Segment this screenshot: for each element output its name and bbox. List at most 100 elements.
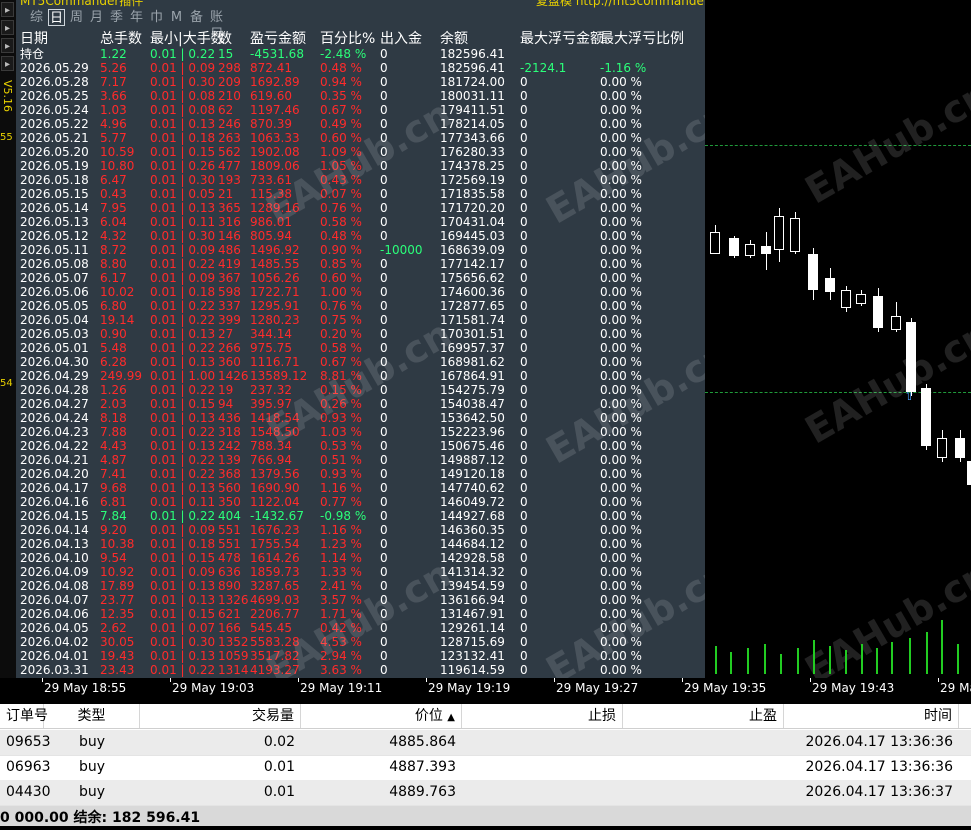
report-col-7[interactable]: 余额 [440,31,520,47]
report-row[interactable]: 2026.05.15 0.43 0.01 | 0.05 21 115.38 0.07 % 0… [20,187,680,201]
order-row[interactable]: 06963 buy 0.01 4887.393 2026.04.17 13:36:36 [0,755,971,781]
cell-bal: 177343.66 [440,131,505,145]
period-tab-6[interactable]: 巾 [148,9,165,26]
col-volume[interactable]: 交易量 [140,704,301,728]
report-row[interactable]: 2026.04.08 17.89 0.01 | 0.13 890 3287.65 2.41… [20,579,680,593]
cell-lots: 7.17 [100,75,127,89]
cell-bal: 169445.03 [440,229,505,243]
report-row[interactable]: 2026.05.22 4.96 0.01 | 0.13 246 870.39 0.49 %… [20,117,680,131]
report-row[interactable]: 2026.05.18 6.47 0.01 | 0.30 193 733.61 0.43 %… [20,173,680,187]
report-row[interactable]: 2026.05.21 5.77 0.01 | 0.18 263 1063.33 0.60 … [20,131,680,145]
col-stop-loss[interactable]: 止损 [462,704,623,728]
report-row[interactable]: 2026.04.16 6.81 0.01 | 0.11 350 1122.04 0.77 … [20,495,680,509]
report-row[interactable]: 2026.05.06 10.02 0.01 | 0.18 598 1722.71 1.00… [20,285,680,299]
report-row[interactable]: 2026.04.09 10.92 0.01 | 0.09 636 1859.73 1.33… [20,565,680,579]
cell-mfa: 0 [520,201,528,215]
period-tab-1[interactable]: 日 [48,9,65,26]
period-tab-9[interactable]: 账尸 [208,9,225,42]
report-row[interactable]: 2026.04.05 2.62 0.01 | 0.07 166 545.45 0.42 %… [20,621,680,635]
period-tab-8[interactable]: 备 [188,9,205,26]
cell-pct: 0.07 % [320,187,362,201]
volume-bar [861,644,863,674]
panel-title: MT5Commander插件 [20,0,144,8]
report-row[interactable]: 2026.04.07 23.77 0.01 | 0.13 1326 4699.03 3.5… [20,593,680,607]
period-tab-4[interactable]: 季 [108,9,125,26]
cell-mfa: 0 [520,229,528,243]
report-row[interactable]: 2026.04.01 19.43 0.01 | 0.13 1059 3517.82 2.9… [20,649,680,663]
toolbar-button-4[interactable]: ▸ [1,56,14,71]
period-tab-2[interactable]: 周 [68,9,85,26]
report-row[interactable]: 2026.04.24 8.18 0.01 | 0.13 436 1418.54 0.93 … [20,411,680,425]
report-col-2[interactable]: 最小|大手数 [150,31,225,47]
cell-mfa: 0 [520,103,528,117]
cell-date: 2026.04.24 [20,411,89,425]
report-col-4[interactable]: 盈亏金额 [250,31,320,47]
period-tab-3[interactable]: 月 [88,9,105,26]
cell-cnt: 365 [218,201,241,215]
cell-date: 2026.05.04 [20,313,89,327]
order-row[interactable]: 04430 buy 0.01 4889.763 2026.04.17 13:36:37 [0,780,971,806]
report-col-5[interactable]: 百分比% [320,31,380,47]
cell-cnt: 890 [218,579,241,593]
period-tab-5[interactable]: 年 [128,9,145,26]
candle [774,208,784,262]
col-price[interactable]: 价位 ▲ [301,704,462,728]
report-row[interactable]: 2026.04.28 1.26 0.01 | 0.22 19 237.32 0.15 % 0… [20,383,680,397]
report-row[interactable]: 2026.05.03 0.90 0.01 | 0.13 27 344.14 0.20 % 0… [20,327,680,341]
report-row[interactable]: 2026.05.04 19.14 0.01 | 0.22 399 1280.23 0.75… [20,313,680,327]
report-row[interactable]: 2026.04.13 10.38 0.01 | 0.18 551 1755.54 1.23… [20,537,680,551]
col-type[interactable]: 类型 [44,704,140,728]
report-row[interactable]: 2026.04.17 9.68 0.01 | 0.13 560 1690.90 1.16 … [20,481,680,495]
cell-pct: 0.76 % [320,299,362,313]
period-tab-7[interactable]: M [168,9,185,26]
col-take-profit[interactable]: 止盈 [623,704,784,728]
report-row[interactable]: 2026.04.10 9.54 0.01 | 0.15 478 1614.26 1.14 … [20,551,680,565]
period-tab-0[interactable]: 综 [28,9,45,26]
report-col-1[interactable]: 总手数 [100,31,150,47]
report-row[interactable]: 持仓 1.22 0.01 | 0.22 15 -4531.68 -2.48 % 0 18259… [20,47,680,61]
report-row[interactable]: 2026.05.29 5.26 0.01 | 0.09 298 872.41 0.48 %… [20,61,680,75]
report-row[interactable]: 2026.04.14 9.20 0.01 | 0.09 551 1676.23 1.16 … [20,523,680,537]
report-row[interactable]: 2026.05.13 6.04 0.01 | 0.11 316 986.01 0.58 %… [20,215,680,229]
report-row[interactable]: 2026.05.08 8.80 0.01 | 0.22 419 1485.55 0.85 … [20,257,680,271]
report-row[interactable]: 2026.04.20 7.41 0.01 | 0.22 368 1379.56 0.93 … [20,467,680,481]
cell-lots: 6.47 [100,173,127,187]
report-row[interactable]: 2026.05.28 7.17 0.01 | 0.30 209 1692.89 0.94 … [20,75,680,89]
price-chart[interactable]: ⇧ EAHub.cn EAHub.cn EAHub.cn [705,0,971,678]
report-row[interactable]: 2026.05.19 10.80 0.01 | 0.26 477 1809.06 1.05… [20,159,680,173]
report-row[interactable]: 2026.05.24 1.03 0.01 | 0.08 62 1197.46 0.67 %… [20,103,680,117]
report-row[interactable]: 2026.05.01 5.48 0.01 | 0.22 266 975.75 0.58 %… [20,341,680,355]
toolbar-button-1[interactable]: ▸ [1,2,14,17]
report-row[interactable]: 2026.05.12 4.32 0.01 | 0.30 146 805.94 0.48 %… [20,229,680,243]
report-row[interactable]: 2026.05.20 10.59 0.01 | 0.15 562 1902.08 1.09… [20,145,680,159]
report-row[interactable]: 2026.04.06 12.35 0.01 | 0.15 621 2206.77 1.71… [20,607,680,621]
report-row[interactable]: 2026.04.23 7.88 0.01 | 0.22 318 1548.50 1.03 … [20,425,680,439]
report-row[interactable]: 2026.04.15 7.84 0.01 | 0.22 404 -1432.67 -0.9… [20,509,680,523]
cell-date: 2026.05.18 [20,173,89,187]
order-row[interactable]: 09653 buy 0.02 4885.864 2026.04.17 13:36:36 [0,730,971,756]
candle [856,290,866,306]
report-row[interactable]: 2026.03.31 23.43 0.01 | 0.22 1314 4193.27 3.6… [20,663,680,677]
report-row[interactable]: 2026.05.07 6.17 0.01 | 0.09 367 1056.26 0.60 … [20,271,680,285]
report-row[interactable]: 2026.04.21 4.87 0.01 | 0.22 139 766.94 0.51 %… [20,453,680,467]
cell-io: 0 [380,369,388,383]
report-row[interactable]: 2026.05.11 8.72 0.01 | 0.09 486 1496.92 0.90 … [20,243,680,257]
report-row[interactable]: 2026.04.30 6.28 0.01 | 0.13 360 1116.71 0.67 … [20,355,680,369]
report-row[interactable]: 2026.05.05 6.80 0.01 | 0.22 337 1295.91 0.76 … [20,299,680,313]
report-row[interactable]: 2026.04.02 30.05 0.01 | 0.30 1352 5583.28 4.5… [20,635,680,649]
report-row[interactable]: 2026.04.29 249.99 0.01 | 1.00 1426 13589.12 8… [20,369,680,383]
report-col-3[interactable]: 数 [218,31,250,47]
order-cell-sl [462,755,623,780]
report-row[interactable]: 2026.05.14 7.95 0.01 | 0.13 365 1289.16 0.76 … [20,201,680,215]
report-row[interactable]: 2026.04.22 4.43 0.01 | 0.13 242 788.34 0.53 %… [20,439,680,453]
report-row[interactable]: 2026.04.27 2.03 0.01 | 0.15 94 395.97 0.26 % 0… [20,397,680,411]
col-time[interactable]: 时间 [784,704,959,728]
report-row[interactable]: 2026.05.25 3.66 0.01 | 0.08 210 619.60 0.35 %… [20,89,680,103]
report-col-6[interactable]: 出入金 [380,31,440,47]
toolbar-button-2[interactable]: ▸ [1,20,14,35]
report-col-8[interactable]: 最大浮亏金额 [520,31,604,47]
toolbar-button-3[interactable]: ▸ [1,38,14,53]
col-order-id[interactable]: 订单号 [0,704,48,728]
report-col-0[interactable]: 日期 [20,31,100,47]
report-col-9[interactable]: 最大浮亏比例 [600,31,684,47]
